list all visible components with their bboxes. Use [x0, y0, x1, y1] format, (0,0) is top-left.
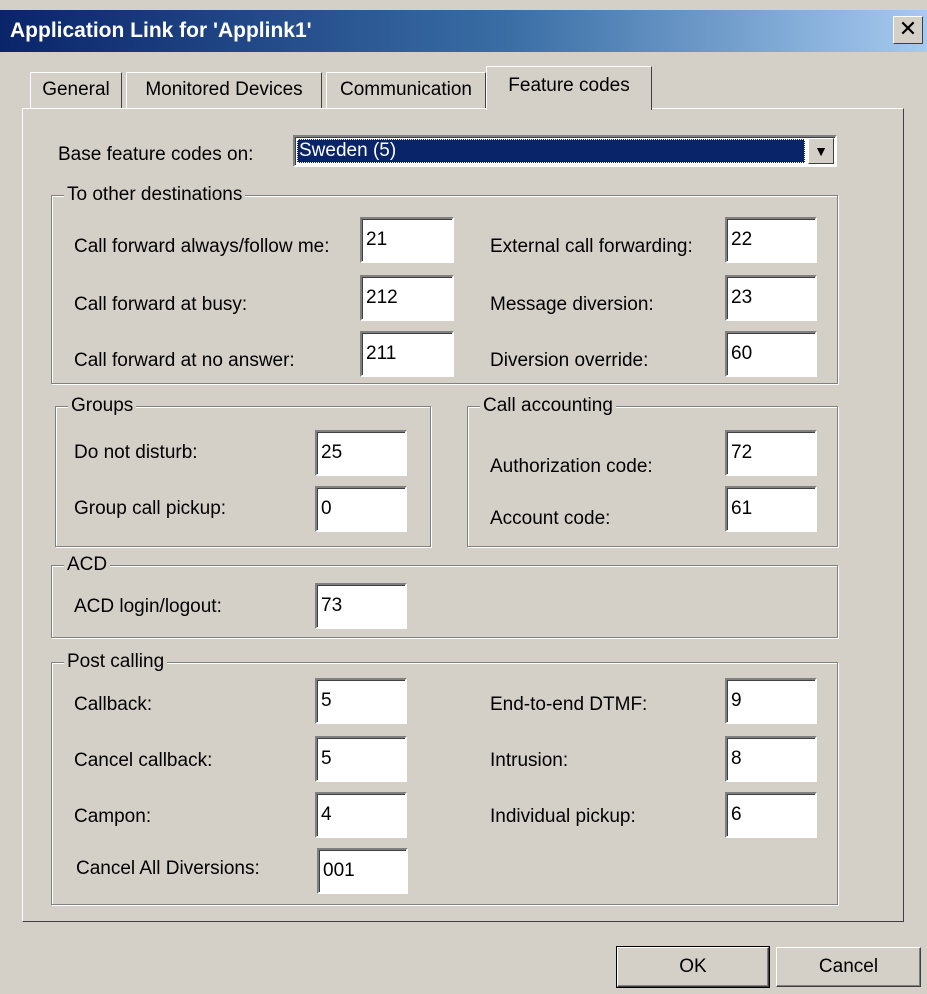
- tab-general[interactable]: General: [30, 72, 122, 108]
- tab-feature-codes[interactable]: Feature codes: [486, 66, 652, 110]
- close-button[interactable]: ✕: [893, 16, 923, 44]
- application-link-dialog: Application Link for 'Applink1' ✕ Genera…: [0, 0, 927, 994]
- ok-button[interactable]: OK: [616, 946, 770, 988]
- cancel-button[interactable]: Cancel: [776, 947, 921, 987]
- tab-communication[interactable]: Communication: [326, 72, 486, 108]
- tab-monitored-devices[interactable]: Monitored Devices: [126, 72, 322, 108]
- title-bar: Application Link for 'Applink1' ✕: [0, 10, 927, 52]
- feature-codes-panel: [22, 108, 904, 922]
- window-title: Application Link for 'Applink1': [10, 19, 312, 42]
